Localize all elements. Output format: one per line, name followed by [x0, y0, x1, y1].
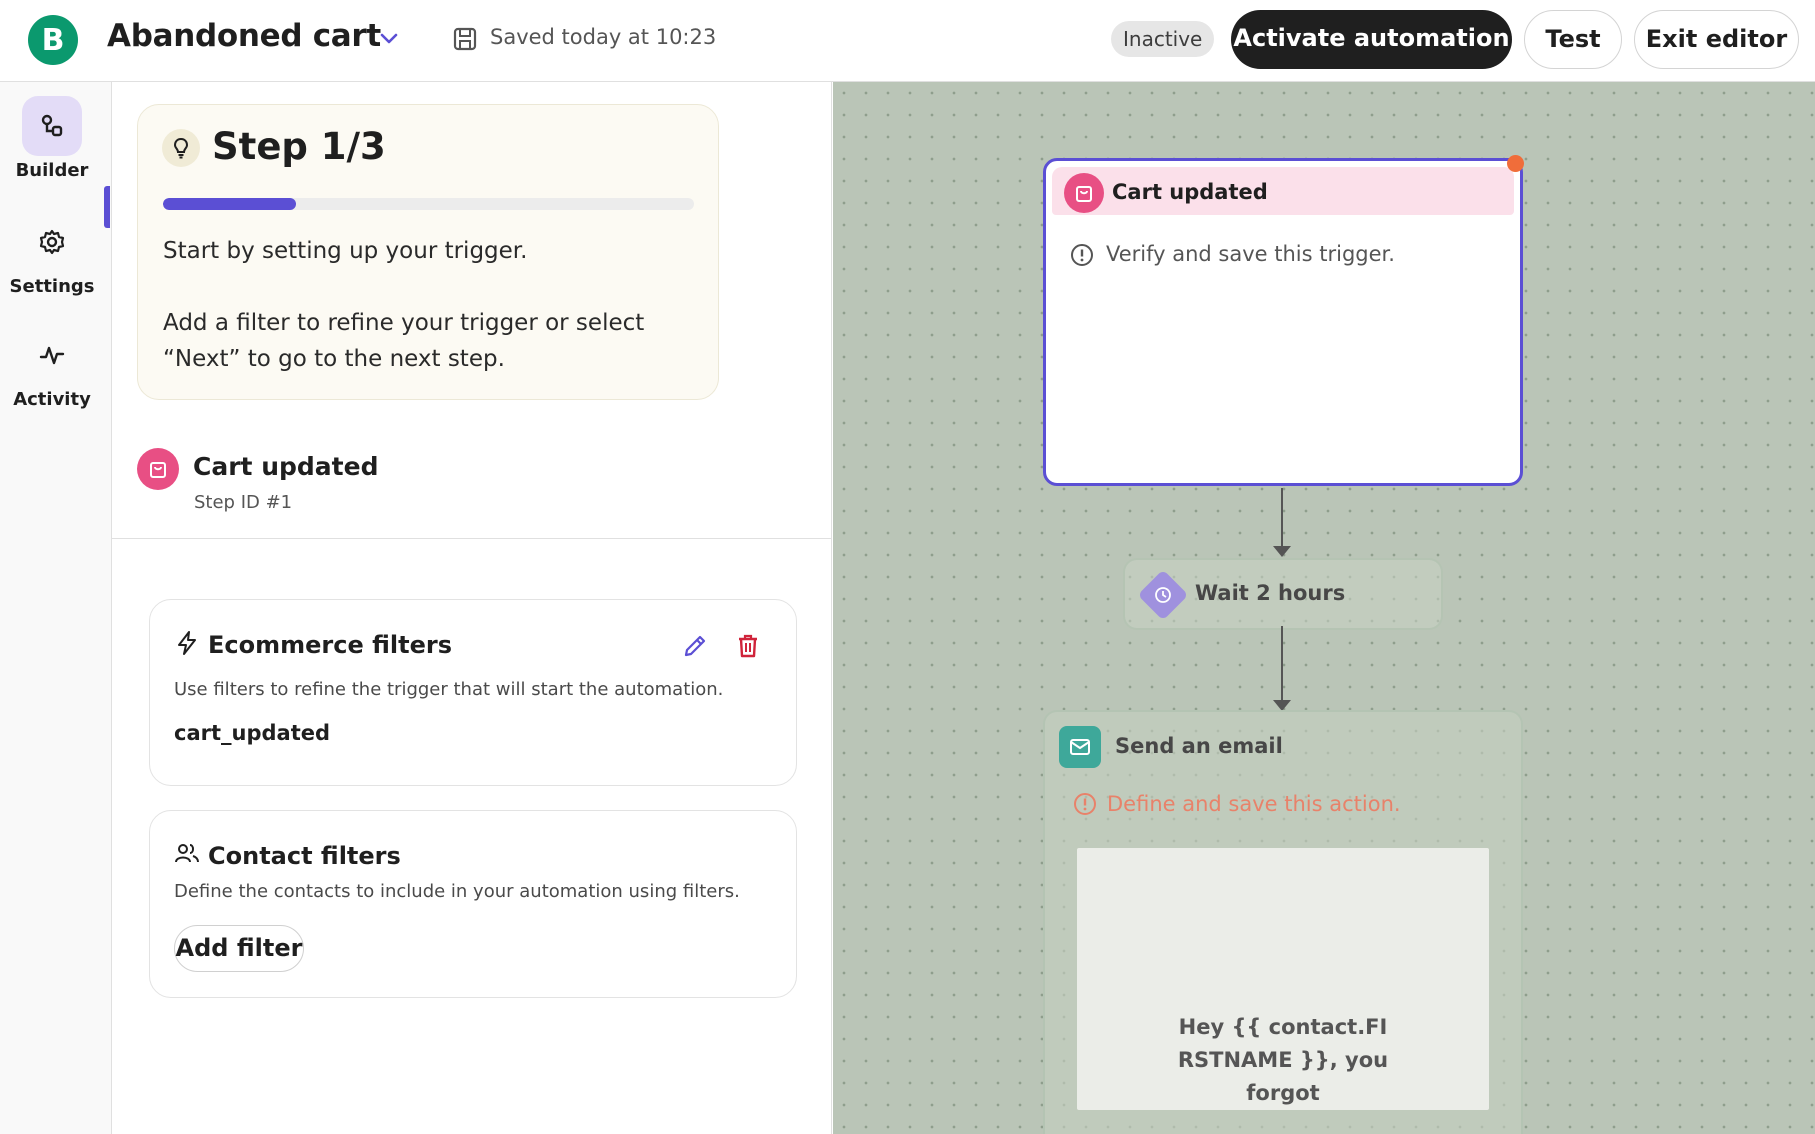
lightning-icon — [174, 630, 200, 656]
mail-icon — [1059, 726, 1101, 768]
automation-title[interactable]: Abandoned cart — [107, 18, 381, 54]
add-filter-button[interactable]: Add filter — [174, 925, 304, 972]
top-bar: B Abandoned cart Saved today at 10:23 In… — [0, 0, 1815, 82]
tip-line-2: Add a filter to refine your trigger or s… — [163, 310, 645, 372]
ecommerce-filters-description: Use filters to refine the trigger that w… — [174, 679, 724, 700]
nav-active-indicator — [104, 186, 110, 228]
trigger-warning: Verify and save this trigger. — [1106, 242, 1395, 266]
info-icon — [1070, 243, 1094, 267]
contact-filters-description: Define the contacts to include in your a… — [174, 881, 740, 902]
ecommerce-filters-title: Ecommerce filters — [208, 631, 452, 659]
wait-node[interactable]: Wait 2 hours — [1123, 558, 1443, 630]
exit-editor-button[interactable]: Exit editor — [1634, 10, 1799, 69]
saved-status: Saved today at 10:23 — [490, 25, 717, 49]
trigger-node-header: Cart updated — [1052, 167, 1514, 215]
nav-label: Activity — [13, 389, 91, 410]
step-progress-bar — [163, 198, 694, 210]
gear-icon — [22, 212, 82, 272]
nav-item-settings[interactable]: Settings — [0, 212, 104, 297]
step-name: Cart updated — [193, 452, 379, 481]
tip-title: Step 1/3 — [212, 125, 386, 168]
clock-icon — [1137, 569, 1189, 621]
lightbulb-icon — [162, 129, 200, 167]
ecommerce-filter-value: cart_updated — [174, 721, 331, 745]
contact-filters-card: Contact filters Define the contacts to i… — [149, 810, 797, 998]
activity-icon — [22, 325, 82, 385]
trigger-node-title: Cart updated — [1112, 180, 1268, 204]
step-id: Step ID #1 — [194, 492, 293, 513]
workflow-icon — [22, 96, 82, 156]
onboarding-tip-card: Step 1/3 Start by setting up your trigge… — [137, 104, 719, 400]
email-preview: Hey {{ contact.FIRSTNAME }}, you forgot — [1077, 848, 1489, 1110]
left-nav: Builder Settings Activity — [0, 82, 112, 1134]
cart-icon — [137, 448, 179, 490]
delete-icon[interactable] — [734, 632, 762, 660]
trigger-node[interactable]: Cart updated Verify and save this trigge… — [1043, 158, 1523, 486]
arrow-down-icon — [1273, 546, 1291, 557]
email-node-title: Send an email — [1115, 734, 1283, 758]
nav-item-builder[interactable]: Builder — [0, 96, 104, 181]
tip-text: Start by setting up your trigger. Add a … — [163, 233, 683, 377]
email-warning: Define and save this action. — [1107, 792, 1401, 816]
status-badge: Inactive — [1111, 21, 1215, 57]
email-preview-text: Hey {{ contact.FIRSTNAME }}, you forgot — [1177, 1015, 1389, 1105]
unsaved-indicator — [1507, 155, 1524, 172]
step-header: Cart updated Step ID #1 — [137, 448, 817, 522]
ecommerce-filters-card: Ecommerce filters Use filters to refine … — [149, 599, 797, 786]
connector-line — [1281, 626, 1283, 704]
contact-filters-title: Contact filters — [208, 842, 401, 870]
workflow-canvas[interactable]: Cart updated Verify and save this trigge… — [833, 82, 1815, 1134]
cart-icon — [1064, 173, 1104, 213]
send-email-node[interactable]: Send an email Define and save this actio… — [1043, 710, 1523, 1134]
tip-line-1: Start by setting up your trigger. — [163, 238, 528, 264]
save-icon — [452, 26, 478, 52]
brand-logo[interactable]: B — [28, 15, 78, 65]
wait-node-title: Wait 2 hours — [1195, 581, 1346, 605]
edit-icon[interactable] — [681, 632, 709, 660]
alert-icon — [1073, 792, 1097, 816]
nav-label: Settings — [9, 276, 95, 297]
test-button[interactable]: Test — [1524, 10, 1622, 69]
divider — [112, 538, 832, 539]
chevron-down-icon[interactable] — [376, 26, 402, 52]
nav-label: Builder — [15, 160, 89, 181]
progress-fill — [163, 198, 296, 210]
step-panel: Step 1/3 Start by setting up your trigge… — [112, 82, 832, 1134]
contacts-icon — [174, 841, 200, 867]
nav-item-activity[interactable]: Activity — [0, 325, 104, 410]
activate-automation-button[interactable]: Activate automation — [1231, 10, 1512, 69]
connector-line — [1281, 488, 1283, 550]
